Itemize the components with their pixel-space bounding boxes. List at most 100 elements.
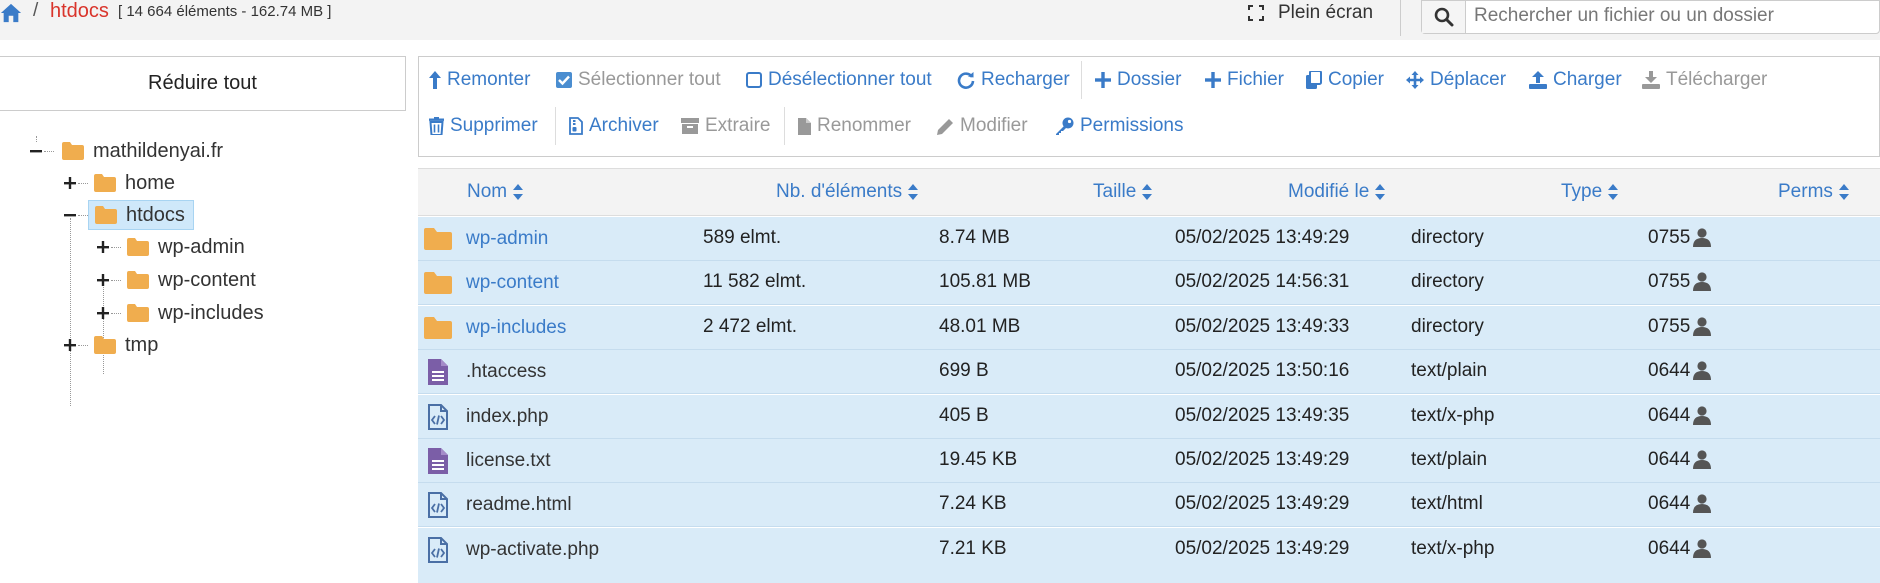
user-icon: [1693, 317, 1711, 336]
select-all-button[interactable]: Sélectionner tout: [556, 63, 721, 97]
search-box: [1421, 0, 1880, 34]
upload-button[interactable]: Charger: [1529, 63, 1622, 97]
file-name[interactable]: wp-activate.php: [466, 539, 599, 561]
pencil-icon: [937, 118, 953, 135]
collapse-toggle-icon[interactable]: [64, 209, 76, 221]
folder-icon: [424, 272, 452, 295]
expand-toggle-icon[interactable]: [97, 241, 109, 253]
column-header-name[interactable]: Nom: [467, 181, 524, 203]
collapse-all-button[interactable]: Réduire tout: [0, 56, 406, 111]
folder-icon: [424, 316, 452, 339]
code-file-icon: [428, 403, 448, 430]
mime-type: directory: [1411, 271, 1484, 293]
download-button[interactable]: Télécharger: [1642, 63, 1767, 97]
modified-date: 05/02/2025 13:49:29: [1175, 493, 1350, 515]
table-row[interactable]: readme.html 7.24 KB 05/02/2025 13:49:29 tex…: [418, 483, 1880, 528]
reload-button[interactable]: Recharger: [957, 63, 1070, 97]
select-all-label: Sélectionner tout: [578, 69, 721, 90]
table-row[interactable]: wp-activate.php 7.21 KB 05/02/2025 13:49:2…: [418, 527, 1880, 572]
expand-toggle-icon[interactable]: [64, 339, 76, 351]
table-row[interactable]: wp-admin 589 elmt. 8.74 MB 05/02/2025 13:49…: [418, 217, 1880, 261]
fullscreen-button[interactable]: Plein écran: [1248, 0, 1373, 26]
table-row[interactable]: wp-includes 2 472 elmt. 48.01 MB 05/02/2025…: [418, 305, 1880, 350]
tree-node-label: home: [125, 171, 176, 194]
home-icon[interactable]: [0, 2, 22, 24]
item-count: 2 472 elmt.: [703, 315, 797, 337]
breadcrumb-current[interactable]: htdocs: [50, 0, 109, 23]
file-size: 105.81 MB: [939, 271, 1031, 293]
tree-node-wp-content[interactable]: wp-content: [97, 265, 256, 295]
column-header-modified[interactable]: Modifié le: [1288, 181, 1386, 203]
tree-node-wp-admin[interactable]: wp-admin: [97, 232, 245, 262]
fullscreen-label: Plein écran: [1278, 2, 1374, 23]
code-file-icon: [428, 536, 448, 563]
file-table: Nom Nb. d'éléments Taille Modifié le Typ…: [418, 168, 1880, 583]
folder-tree: Réduire tout mathildenyai.fr home htdocs…: [0, 56, 407, 583]
copy-button[interactable]: Copier: [1306, 63, 1384, 97]
permissions-button[interactable]: Permissions: [1056, 109, 1183, 143]
remonter-label: Remonter: [447, 69, 531, 90]
upload-label: Charger: [1553, 69, 1622, 90]
remonter-button[interactable]: Remonter: [429, 63, 530, 97]
modified-date: 05/02/2025 13:49:33: [1175, 315, 1350, 337]
user-icon: [1693, 450, 1711, 469]
column-header-type[interactable]: Type: [1561, 181, 1619, 203]
move-button[interactable]: Déplacer: [1406, 63, 1506, 97]
extract-button[interactable]: Extraire: [681, 109, 770, 143]
tree-guide: [70, 218, 71, 406]
collapse-toggle-icon[interactable]: [30, 145, 42, 157]
new-file-button[interactable]: Fichier: [1205, 63, 1284, 97]
column-header-size[interactable]: Taille: [1093, 181, 1153, 203]
reload-label: Recharger: [981, 69, 1070, 90]
permissions-value: 0755: [1648, 227, 1691, 248]
file-name[interactable]: wp-content: [466, 272, 559, 294]
archive-button[interactable]: Archiver: [569, 109, 659, 143]
file-name[interactable]: wp-includes: [466, 317, 566, 339]
search-icon: [1434, 7, 1453, 27]
archive-box-icon: [681, 118, 699, 134]
permissions-value: 0644: [1648, 404, 1691, 426]
deselect-all-button[interactable]: Désélectionner tout: [746, 63, 932, 97]
download-label: Télécharger: [1666, 69, 1768, 90]
tree-node-home[interactable]: home: [64, 168, 175, 198]
new-folder-button[interactable]: Dossier: [1095, 63, 1181, 97]
tree-node-mathildenyai[interactable]: mathildenyai.fr: [30, 136, 223, 166]
file-name[interactable]: license.txt: [466, 450, 550, 472]
level-up-icon: [429, 71, 441, 89]
table-row[interactable]: license.txt 19.45 KB 05/02/2025 13:49:29 te…: [418, 439, 1880, 483]
mime-type: directory: [1411, 315, 1484, 337]
file-name[interactable]: wp-admin: [466, 228, 548, 250]
tree-guide: [103, 282, 104, 374]
expand-toggle-icon[interactable]: [97, 307, 109, 319]
table-row[interactable]: index.php 405 B 05/02/2025 13:49:35 text/x-…: [418, 394, 1880, 439]
plus-icon: [1205, 72, 1221, 88]
table-row-partial[interactable]: [418, 568, 1880, 583]
table-row[interactable]: wp-content 11 582 elmt. 105.81 MB 05/02/202…: [418, 261, 1880, 306]
rename-button[interactable]: Renommer: [798, 109, 911, 143]
copy-icon: [1306, 71, 1322, 89]
expand-toggle-icon[interactable]: [64, 177, 76, 189]
column-header-perms[interactable]: Perms: [1778, 181, 1849, 203]
file-name[interactable]: .htaccess: [466, 361, 546, 383]
file-name[interactable]: index.php: [466, 406, 548, 428]
file-size: 19.45 KB: [939, 449, 1018, 470]
permissions-label: Permissions: [1080, 115, 1184, 136]
edit-button[interactable]: Modifier: [937, 109, 1028, 143]
search-input[interactable]: [1474, 3, 1864, 29]
folder-icon: [94, 174, 116, 192]
column-header-count[interactable]: Nb. d'éléments: [776, 181, 919, 203]
user-icon: [1693, 228, 1711, 247]
archive-file-icon: [569, 117, 583, 135]
expand-toggle-icon[interactable]: [97, 274, 109, 286]
modified-date: 05/02/2025 13:49:29: [1175, 449, 1350, 470]
tree-node-htdocs[interactable]: htdocs: [64, 200, 194, 230]
plus-icon: [1095, 72, 1111, 88]
file-name[interactable]: readme.html: [466, 494, 572, 516]
tree-node-wp-includes[interactable]: wp-includes: [97, 298, 264, 328]
search-button[interactable]: [1422, 1, 1466, 33]
file-size: 699 B: [939, 360, 989, 382]
tree-node-tmp[interactable]: tmp: [64, 330, 158, 360]
permissions-value: 0644: [1648, 449, 1691, 470]
table-row[interactable]: .htaccess 699 B 05/02/2025 13:50:16 text/pl…: [418, 350, 1880, 395]
delete-button[interactable]: Supprimer: [429, 109, 538, 143]
